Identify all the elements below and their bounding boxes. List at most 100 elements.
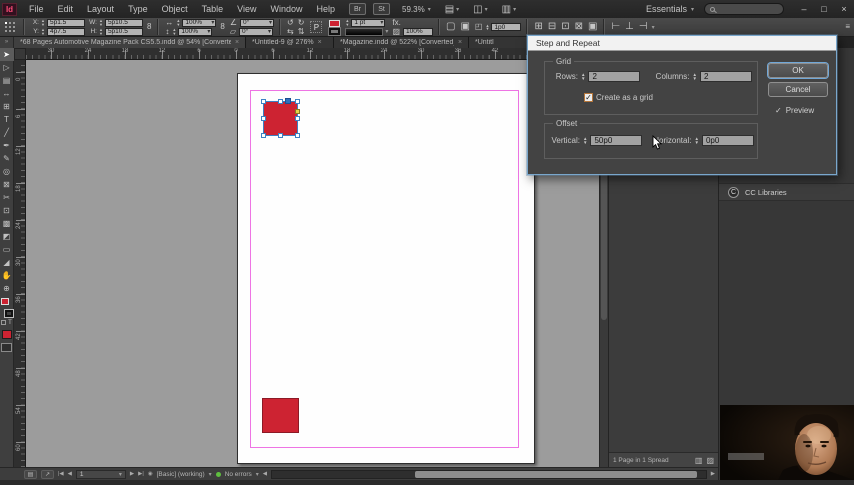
menu-object[interactable]: Object [155, 0, 195, 18]
corner-options-icon[interactable]: ◰ [474, 23, 484, 31]
red-rectangle[interactable] [262, 398, 299, 433]
tab-document-1[interactable]: *68 Pages Automotive Magazine Pack CS5.5… [14, 37, 246, 48]
formatting-container-icon[interactable] [1, 320, 7, 325]
arrange-documents-dropdown[interactable]: ▥ ▾ [502, 4, 516, 15]
selection-handle[interactable] [261, 133, 266, 138]
stock-button[interactable]: St [373, 3, 390, 15]
fit-frame-to-content-icon[interactable]: ▣ [587, 19, 598, 35]
horizontal-stepper[interactable]: ▲ ▼ [694, 136, 698, 145]
scale-x-field[interactable] [183, 19, 212, 26]
constrain-wh-chain-icon[interactable]: 8 [146, 23, 152, 31]
stroke-weight-dropdown[interactable]: ▾ [351, 18, 386, 27]
y-stepper[interactable]: ▲ ▼ [41, 28, 45, 35]
selection-handle[interactable] [261, 116, 266, 121]
vertical-ruler[interactable]: 0 6 12 18 24 30 36 42 48 54 60 [14, 60, 26, 467]
menu-table[interactable]: Table [195, 0, 231, 18]
center-content-icon[interactable]: ⊡ [560, 19, 570, 35]
stroke-weight-field[interactable] [352, 19, 381, 26]
rotate-ccw-icon[interactable]: ↺ [286, 18, 295, 27]
fill-frame-proportionally-icon[interactable]: ⊞ [533, 19, 543, 35]
edit-spread-icon[interactable]: ▨ [706, 456, 714, 465]
rows-stepper[interactable]: ▲ ▼ [581, 72, 585, 81]
align-right-icon[interactable]: ⊣ [638, 19, 649, 35]
menu-help[interactable]: Help [309, 0, 342, 18]
align-left-icon[interactable]: ⊢ [610, 19, 621, 35]
selection-handle[interactable] [295, 116, 300, 121]
status-share-button[interactable]: ↗ [41, 469, 54, 479]
ok-button[interactable]: OK [768, 63, 828, 78]
toolbar-collapse-icon[interactable]: » [5, 37, 8, 48]
view-options-dropdown[interactable]: ▤ ▾ [445, 4, 459, 15]
chevron-down-icon[interactable]: ▾ [256, 471, 259, 478]
bridge-button[interactable]: Br [349, 3, 366, 15]
zoom-level-dropdown[interactable]: 59.3% ▾ [402, 5, 431, 14]
rotation-angle-field[interactable] [241, 19, 269, 26]
document-canvas[interactable] [26, 60, 599, 467]
align-center-icon[interactable]: ⊥ [624, 19, 635, 35]
horizontal-ruler[interactable]: 30 24 18 12 6 0 6 12 18 24 30 36 42 48 [26, 48, 608, 60]
frame-grabber-handle[interactable] [285, 98, 291, 104]
formatting-text-icon[interactable]: T [8, 320, 12, 326]
ruler-origin-corner[interactable] [14, 48, 26, 60]
wrap-none-icon[interactable]: ▢ [445, 19, 456, 35]
menu-edit[interactable]: Edit [51, 0, 81, 18]
tool-direct-selection[interactable]: ▷ [0, 61, 14, 74]
scale-x-stepper[interactable]: ▲ ▼ [176, 19, 180, 26]
menu-window[interactable]: Window [263, 0, 309, 18]
fill-color-swatch[interactable] [329, 19, 341, 27]
scroll-left-arrow[interactable]: ◀ [263, 471, 267, 477]
corner-size-field[interactable] [491, 23, 522, 31]
selection-handle[interactable] [278, 99, 283, 104]
horizontal-scrollbar[interactable] [271, 469, 707, 479]
effects-fx-button[interactable]: fx. [391, 18, 401, 27]
status-info-button[interactable]: ▤ [24, 469, 37, 479]
tab-document-2[interactable]: *Untitled-9 @ 276% × [246, 37, 334, 48]
stroke-weight-stepper[interactable]: ▲ ▼ [345, 19, 349, 26]
menu-view[interactable]: View [230, 0, 263, 18]
tool-free-transform[interactable]: ⊡ [0, 204, 14, 217]
w-stepper[interactable]: ▲ ▼ [99, 19, 103, 26]
stroke-style-dropdown[interactable] [345, 27, 384, 36]
tab-close-icon[interactable]: × [458, 39, 462, 46]
cc-libraries-panel-tab[interactable]: C CC Libraries [719, 183, 854, 201]
tab-document-3[interactable]: *Magazine.indd @ 522% [Converted] × [334, 37, 469, 48]
fill-stroke-indicator[interactable] [0, 298, 14, 318]
scale-x-dropdown[interactable]: ▾ [182, 18, 217, 27]
fill-swatch[interactable] [0, 298, 9, 305]
y-field[interactable] [46, 27, 85, 36]
stroke-swatch[interactable] [4, 310, 13, 317]
tool-type[interactable]: T [0, 113, 14, 126]
rows-field[interactable] [588, 71, 641, 82]
tool-rectangle-frame[interactable]: ⊠ [0, 178, 14, 191]
fit-content-to-frame-icon[interactable]: ⊠ [574, 19, 584, 35]
selection-handle[interactable] [261, 99, 266, 104]
scale-y-dropdown[interactable]: ▾ [178, 27, 213, 36]
flip-horizontal-icon[interactable]: ⇆ [286, 27, 295, 36]
tool-note[interactable]: ▭ [0, 243, 14, 256]
tool-line[interactable]: ╱ [0, 126, 14, 139]
panel-menu-icon[interactable]: ≡ [844, 23, 851, 31]
restore-button[interactable]: □ [814, 1, 834, 17]
vertical-offset-field[interactable] [590, 135, 643, 146]
selection-handle[interactable] [278, 133, 283, 138]
select-container-p-icon[interactable]: P [310, 21, 323, 33]
fit-content-proportionally-icon[interactable]: ⊟ [547, 19, 557, 35]
preview-option[interactable]: ✓ Preview [775, 106, 814, 115]
selection-handle[interactable] [295, 99, 300, 104]
screen-mode-dropdown[interactable]: ◫ ▾ [473, 4, 487, 15]
stroke-color-swatch[interactable] [329, 27, 341, 35]
search-input[interactable] [719, 4, 779, 14]
tool-gap[interactable]: ↔ [0, 87, 14, 100]
menu-type[interactable]: Type [121, 0, 155, 18]
opacity-field[interactable] [403, 27, 433, 36]
scale-y-field[interactable] [179, 28, 208, 35]
w-field[interactable] [104, 18, 143, 27]
shear-angle-field[interactable] [239, 28, 268, 35]
tool-eyedropper[interactable]: ◢ [0, 256, 14, 269]
tool-gradient-feather[interactable]: ◩ [0, 230, 14, 243]
tab-close-icon[interactable]: × [318, 39, 322, 46]
h-stepper[interactable]: ▲ ▼ [99, 28, 103, 35]
menu-file[interactable]: File [22, 0, 51, 18]
selected-red-rectangle[interactable] [261, 98, 300, 138]
scroll-right-arrow[interactable]: ▶ [711, 471, 715, 477]
